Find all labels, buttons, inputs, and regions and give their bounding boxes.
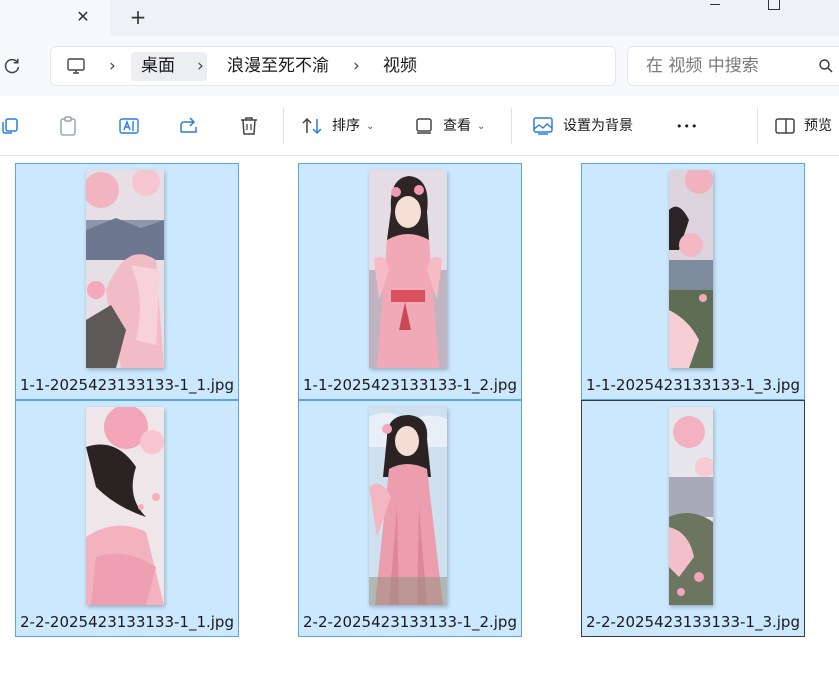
file-name: 2-2-2025423133133-1_3.jpg (586, 613, 800, 631)
paste-button[interactable] (58, 114, 78, 138)
breadcrumb-folder[interactable]: 浪漫至死不渝 (227, 55, 329, 77)
set-as-background-label: 设置为背景 (563, 118, 633, 134)
chevron-down-icon: ⌄ (366, 120, 375, 132)
view-label: 查看 (443, 118, 471, 134)
image-thumbnail (86, 170, 164, 368)
image-thumbnail (369, 407, 447, 605)
file-item[interactable]: 2-2-2025423133133-1_3.jpg (581, 400, 805, 637)
trash-icon (241, 117, 257, 135)
delete-button[interactable] (239, 114, 259, 138)
file-name: 1-1-2025423133133-1_3.jpg (586, 376, 800, 394)
this-pc-icon[interactable] (66, 56, 86, 76)
address-bar[interactable]: › 桌面 › 浪漫至死不渝 › 视频 (50, 46, 616, 86)
file-item[interactable]: 2-2-2025423133133-1_2.jpg (298, 400, 522, 637)
navigation-bar: › 桌面 › 浪漫至死不渝 › 视频 在 视频 中搜索 (0, 36, 839, 96)
paste-icon (60, 116, 76, 136)
new-tab-button[interactable]: + (126, 5, 150, 29)
view-button[interactable]: 查看 ⌄ (414, 114, 485, 138)
active-tab[interactable]: ✕ (0, 0, 110, 36)
chevron-down-icon: ⌄ (477, 120, 486, 132)
sort-icon (302, 117, 322, 135)
more-options-button[interactable]: ••• (676, 114, 698, 138)
refresh-icon[interactable] (2, 56, 22, 76)
share-button[interactable] (178, 114, 200, 138)
file-item[interactable]: 2-2-2025423133133-1_1.jpg (15, 400, 239, 637)
breadcrumb-current[interactable]: 视频 (383, 55, 417, 77)
tab-strip: ✕ + (0, 0, 839, 36)
toolbar-divider (283, 108, 284, 144)
file-name: 2-2-2025423133133-1_2.jpg (303, 613, 517, 631)
file-view[interactable]: 1-1-2025423133133-1_1.jpg 1-1-2025423133… (0, 157, 839, 685)
file-item[interactable]: 1-1-2025423133133-1_1.jpg (15, 163, 239, 400)
toolbar-divider (757, 108, 758, 144)
breadcrumb-separator[interactable]: › (109, 56, 116, 76)
breadcrumb-separator[interactable]: › (353, 56, 360, 76)
file-item[interactable]: 1-1-2025423133133-1_3.jpg (581, 163, 805, 400)
search-box[interactable]: 在 视频 中搜索 (627, 46, 839, 86)
rename-button[interactable] (118, 114, 140, 138)
copy-button[interactable] (0, 114, 20, 138)
search-icon[interactable] (818, 58, 834, 74)
close-tab-button[interactable]: ✕ (72, 6, 94, 28)
image-thumbnail (369, 170, 447, 368)
file-name: 1-1-2025423133133-1_2.jpg (303, 376, 517, 394)
file-item[interactable]: 1-1-2025423133133-1_2.jpg (298, 163, 522, 400)
command-bar: 排序 ⌄ 查看 ⌄ 设置为背景 ••• 预览 (0, 96, 839, 156)
breadcrumb-desktop[interactable]: 桌面 (131, 52, 207, 81)
rename-icon (119, 118, 139, 134)
search-placeholder[interactable]: 在 视频 中搜索 (646, 55, 759, 77)
preview-label: 预览 (804, 118, 832, 134)
image-thumbnail (669, 407, 713, 605)
sort-label: 排序 (332, 118, 360, 134)
image-thumbnail (86, 407, 164, 605)
maximize-button[interactable] (768, 0, 780, 10)
copy-icon (2, 118, 18, 134)
image-thumbnail (669, 170, 713, 368)
wallpaper-icon (533, 117, 553, 135)
file-name: 2-2-2025423133133-1_1.jpg (20, 613, 234, 631)
view-icon (416, 118, 432, 134)
minimize-button[interactable] (706, 0, 726, 10)
breadcrumb-separator[interactable]: › (197, 56, 204, 76)
file-name: 1-1-2025423133133-1_1.jpg (20, 376, 234, 394)
share-icon (180, 117, 197, 133)
sort-button[interactable]: 排序 ⌄ (301, 114, 374, 138)
preview-pane-icon (775, 118, 795, 134)
toolbar-divider (511, 108, 512, 144)
set-as-background-button[interactable]: 设置为背景 (532, 114, 633, 138)
preview-pane-button[interactable]: 预览 (775, 114, 832, 138)
